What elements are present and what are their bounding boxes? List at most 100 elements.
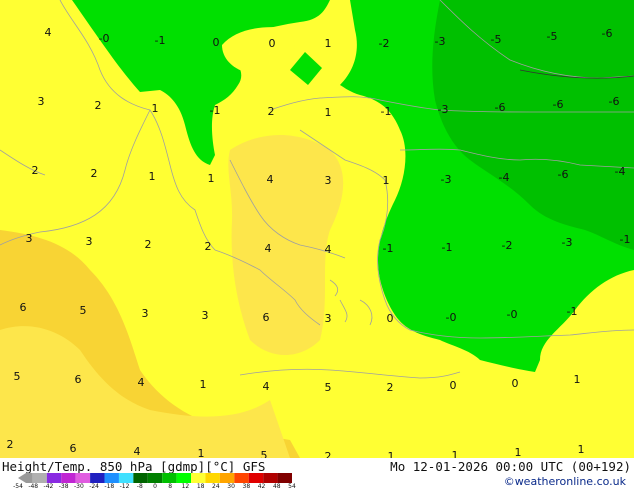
temperature-label: -1 <box>383 242 394 255</box>
temperature-label: 5 <box>261 449 268 458</box>
temperature-label: 3 <box>26 232 33 245</box>
temperature-label: -1 <box>381 105 392 118</box>
temperature-label: -2 <box>379 37 390 50</box>
colorbar-swatch <box>104 473 119 483</box>
temperature-label: 6 <box>20 301 27 314</box>
temperature-label: 4 <box>138 376 145 389</box>
map-footer: Height/Temp. 850 hPa [gdmp][°C] GFS Mo 1… <box>0 458 634 490</box>
temperature-label: -6 <box>553 98 564 111</box>
colorbar-swatch <box>205 473 220 483</box>
temperature-label: 1 <box>574 373 581 386</box>
map-canvas: 4 -0 -1 0 0 1 -2 -3 -5 -5 -6 3 2 1 -1 2 1 -1 -3 -6 -6 -6 2 2 1 1 4… <box>0 0 634 458</box>
temperature-label: 4 <box>325 243 332 256</box>
colorbar-swatch <box>248 473 264 483</box>
colorbar-swatch <box>26 473 33 483</box>
temperature-label: 1 <box>149 170 156 183</box>
colorbar-swatch <box>32 473 47 483</box>
colorbar-swatch <box>75 473 91 483</box>
temperature-label: -0 <box>99 32 110 45</box>
temperature-label: 2 <box>325 450 332 458</box>
temperature-label: -6 <box>558 168 569 181</box>
temperature-label: 1 <box>515 446 522 458</box>
temperature-label: 3 <box>38 95 45 108</box>
temperature-label: -3 <box>562 236 573 249</box>
temperature-label: -1 <box>155 34 166 47</box>
temperature-label: 5 <box>14 370 21 383</box>
temperature-label: -1 <box>567 305 578 318</box>
colorbar-tick-label: -24 <box>89 483 100 490</box>
temperature-label: 3 <box>142 307 149 320</box>
colorbar-swatch <box>191 473 206 483</box>
temperature-label: 0 <box>512 377 519 390</box>
colorbar-tick-label: -30 <box>73 483 84 490</box>
temperature-label: 3 <box>202 309 209 322</box>
colorbar-swatch <box>147 473 163 483</box>
colorbar-swatch <box>162 473 177 483</box>
temperature-label: 6 <box>263 311 270 324</box>
temperature-label: -3 <box>435 35 446 48</box>
colorbar-tick-label: -18 <box>104 483 115 490</box>
temperature-label: 0 <box>387 312 394 325</box>
temperature-label: -4 <box>615 165 626 178</box>
temperature-label: 3 <box>86 235 93 248</box>
colorbar-tick-label: 30 <box>227 483 235 490</box>
colorbar-swatch <box>90 473 105 483</box>
temperature-label: 4 <box>267 173 274 186</box>
temperature-label: 1 <box>388 450 395 458</box>
temperature-label: 6 <box>75 373 82 386</box>
temperature-label: -1 <box>620 233 631 246</box>
temperature-label: -4 <box>499 171 510 184</box>
colorbar-tick-label: 42 <box>257 483 266 490</box>
colorbar-tick-label: -8 <box>136 483 143 490</box>
temperature-label: 2 <box>145 238 152 251</box>
map-valid-time: Mo 12-01-2026 00:00 UTC (00+192) <box>390 459 631 474</box>
colorbar-swatch <box>61 473 76 483</box>
temperature-label: -3 <box>438 103 449 116</box>
temperature-label: 1 <box>152 102 159 115</box>
credit-link[interactable]: ©weatheronline.co.uk <box>504 475 626 488</box>
temperature-label: 1 <box>325 106 332 119</box>
temperature-label: 4 <box>45 26 52 39</box>
colorbar-tick-label: -54 <box>13 483 23 490</box>
colorbar-tick-label: 24 <box>212 483 220 490</box>
temperature-label: 2 <box>95 99 102 112</box>
temperature-label: 1 <box>200 378 207 391</box>
temperature-label: -6 <box>495 101 506 114</box>
colorbar-swatch <box>133 473 148 483</box>
temperature-label: 0 <box>450 379 457 392</box>
temperature-label: 5 <box>325 381 332 394</box>
temperature-label: 1 <box>208 172 215 185</box>
colorbar-left-arrow-icon <box>18 473 26 483</box>
temperature-label: 3 <box>325 174 332 187</box>
temperature-label: -2 <box>502 239 513 252</box>
temperature-label: 0 <box>269 37 276 50</box>
temperature-label: 1 <box>325 37 332 50</box>
colorbar-tick-label: 38 <box>242 483 251 490</box>
temperature-label: 3 <box>325 312 332 325</box>
colorbar-swatch <box>176 473 192 483</box>
temperature-label: 5 <box>80 304 87 317</box>
temperature-label: -6 <box>609 95 620 108</box>
colorbar-swatch <box>234 473 249 483</box>
temperature-label: 4 <box>265 242 272 255</box>
temperature-label: -5 <box>547 30 558 43</box>
colorbar-swatch <box>219 473 235 483</box>
temperature-label: -0 <box>446 311 457 324</box>
weather-map: 4 -0 -1 0 0 1 -2 -3 -5 -5 -6 3 2 1 -1 2 1 -1 -3 -6 -6 -6 2 2 1 1 4… <box>0 0 634 458</box>
temperature-label: 1 <box>198 447 205 458</box>
temperature-label: 1 <box>383 174 390 187</box>
temperature-label: 2 <box>205 240 212 253</box>
temperature-label: 4 <box>134 445 141 458</box>
temperature-colorbar <box>18 473 292 483</box>
colorbar-tick-label: 12 <box>181 483 190 490</box>
temperature-label: -6 <box>602 27 613 40</box>
colorbar-swatch <box>46 473 62 483</box>
temperature-label: 4 <box>263 380 270 393</box>
colorbar-tick-label: -48 <box>28 483 39 490</box>
colorbar-tick-label: -38 <box>58 483 69 490</box>
temperature-label: 0 <box>213 36 220 49</box>
temperature-label: 2 <box>32 164 39 177</box>
temperature-label: -0 <box>507 308 518 321</box>
temperature-label: 1 <box>452 449 459 458</box>
temperature-label: -3 <box>441 173 452 186</box>
